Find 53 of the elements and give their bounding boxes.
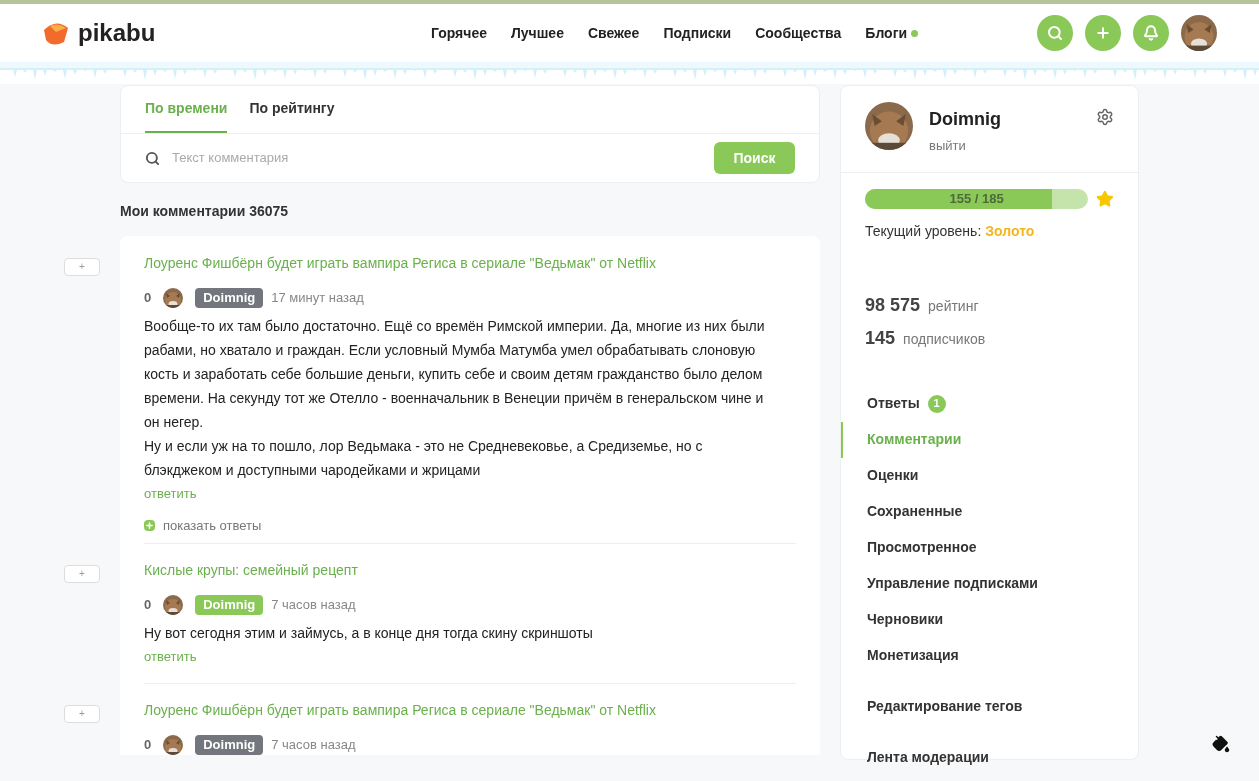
- comment-text: Ну и если уж на то пошло, лор Ведьмака - это не Средневековье, а Средиземье, но с блэкджеком и доступными чародейками и жрицами: [144, 437, 704, 480]
- stat-label: рейтинг: [928, 296, 979, 316]
- logo-text: pikabu: [78, 18, 156, 48]
- logo-icon: [42, 20, 70, 46]
- profile-menu-item[interactable]: Монетизация: [841, 637, 1138, 674]
- progress-reading: 155 / 185: [948, 189, 1005, 208]
- bell-button[interactable]: [1133, 15, 1169, 51]
- level-value: Золото: [985, 221, 1035, 241]
- comment-text: Вообще-то их там было достаточно. Ещё со времён Римской империи. Да, многие из них были рабами, но хватало и граждан. Если условный Мумба Матумба умел обрабатывать слоновую кость и заработать себе большие деньги, купить себе и своим детям гражданство было делом времени. На секунду тот же Отелло - военначальник в Венеции причём в генеральском чине и он негер.: [144, 317, 766, 432]
- count-badge: 1: [927, 394, 946, 413]
- comment-score: 0: [144, 289, 152, 308]
- comments-heading: Мои комментарии 36075: [120, 202, 290, 221]
- profile-menu-item[interactable]: Лента модерации: [841, 739, 1138, 776]
- level-label: Текущий уровень:: [865, 221, 982, 241]
- profile-menu-item[interactable]: Черновики: [841, 601, 1138, 638]
- nav-link[interactable]: Лучшее: [510, 22, 564, 44]
- stat-value: 98 575: [865, 293, 921, 317]
- nav-link[interactable]: Свежее: [587, 22, 640, 44]
- comment-time: 17 минут назад: [271, 289, 364, 308]
- logout-link[interactable]: выйти: [929, 136, 1080, 156]
- comment-score: 0: [144, 735, 152, 754]
- settings-icon[interactable]: [1096, 108, 1114, 126]
- nav-link[interactable]: Сообщества: [755, 22, 842, 44]
- stat-label: подписчиков: [903, 329, 986, 349]
- author-badge[interactable]: Doimnig: [195, 288, 264, 308]
- search-field[interactable]: Текст комментария: [172, 148, 702, 168]
- paint-bucket-icon[interactable]: [1212, 735, 1230, 753]
- add-button[interactable]: [1085, 15, 1121, 51]
- nav-link[interactable]: Блоги: [865, 22, 919, 44]
- sort-tab[interactable]: По рейтингу: [249, 86, 335, 133]
- profile-menu-item[interactable]: Управление подписками: [841, 565, 1138, 602]
- nav-link[interactable]: Горячее: [430, 22, 487, 44]
- search-button[interactable]: [1037, 15, 1073, 51]
- comment-text: Ну вот сегодня этим и займусь, а в конце дня тогда скину скриншоты: [144, 624, 594, 643]
- nav-link[interactable]: Подписки: [663, 22, 732, 44]
- bell-icon: [1143, 25, 1159, 41]
- profile-menu-item[interactable]: Просмотренное: [841, 529, 1138, 566]
- profile-menu-item[interactable]: Сохраненные: [841, 493, 1138, 530]
- show-replies-button[interactable]: показать ответы: [144, 515, 262, 535]
- author-badge[interactable]: Doimnig: [195, 734, 264, 755]
- profile-menu-item[interactable]: Ответы 1: [841, 385, 1138, 422]
- search-icon: [1047, 25, 1063, 41]
- stat-value: 145: [865, 326, 896, 350]
- star-icon: [1096, 189, 1114, 208]
- comment-time: 7 часов назад: [271, 735, 356, 754]
- plus-icon: [1095, 25, 1111, 41]
- comment-time: 7 часов назад: [271, 596, 356, 615]
- comment-score: 0: [144, 596, 152, 615]
- profile-menu-item[interactable]: Редактирование тегов: [841, 688, 1138, 725]
- plus-icon: [144, 519, 155, 531]
- search-icon: [145, 150, 160, 166]
- profile-menu-item[interactable]: Оценки: [841, 457, 1138, 494]
- profile-name: Doimnig: [929, 108, 1002, 131]
